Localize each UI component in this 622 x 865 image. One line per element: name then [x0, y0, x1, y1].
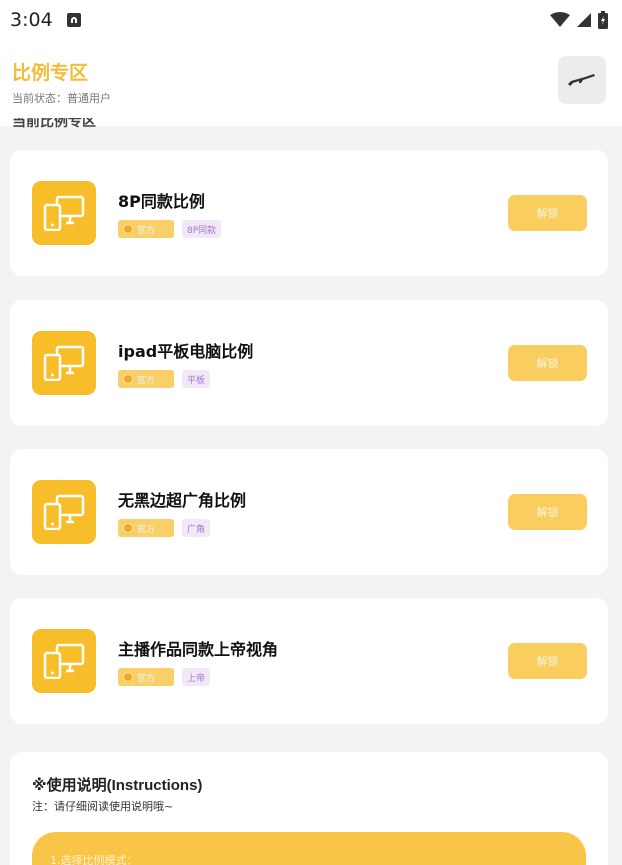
page-header: 比例专区 当前状态：普通用户 [0, 40, 622, 126]
page-title: 比例专区 [12, 63, 89, 84]
user-status-text: 当前状态：普通用户 [12, 92, 111, 105]
type-tag: 8P同款 [182, 220, 222, 238]
type-tag: 上帝 [182, 668, 211, 686]
screen-devices-icon [32, 480, 96, 544]
coin-icon [123, 224, 133, 234]
card-title: 8P同款比例 [118, 192, 205, 211]
battery-icon [598, 11, 608, 29]
instructions-step-text: 1.选择比例模式： [50, 854, 138, 865]
instructions-step-panel: 1.选择比例模式： [32, 832, 586, 865]
status-bar: 3:04 [0, 0, 622, 40]
screen-devices-icon [32, 331, 96, 395]
card-title: ipad平板电脑比例 [118, 342, 254, 361]
card-title: 无黑边超广角比例 [118, 491, 247, 510]
rifle-icon [568, 74, 595, 86]
unlock-button[interactable]: 解锁 [508, 195, 587, 231]
ratio-card: ipad平板电脑比例 官方 平板 解锁 [10, 300, 608, 426]
ratio-card: 主播作品同款上帝视角 官方 上帝 解锁 [10, 598, 608, 724]
status-time: 3:04 [10, 9, 53, 31]
unlock-button[interactable]: 解锁 [508, 345, 587, 381]
official-tag: 官方 [118, 519, 174, 537]
instructions-card: ※使用说明(Instructions) 注：请仔细阅读使用说明哦~ 1.选择比例… [10, 752, 608, 865]
type-tag: 平板 [182, 370, 211, 388]
official-tag: 官方 [118, 668, 174, 686]
type-tag: 广角 [182, 519, 211, 537]
signal-icon [577, 13, 591, 27]
coin-icon [123, 374, 133, 384]
notification-icon [66, 13, 81, 27]
official-tag: 官方 [118, 370, 174, 388]
card-title: 主播作品同款上帝视角 [118, 640, 279, 659]
official-tag: 官方 [118, 220, 174, 238]
ratio-card: 8P同款比例 官方 8P同款 解锁 [10, 150, 608, 276]
coin-icon [123, 672, 133, 682]
wifi-icon [550, 12, 570, 27]
unlock-button[interactable]: 解锁 [508, 494, 587, 530]
section-label: 当前比例专区 [12, 118, 96, 130]
instructions-title: ※使用说明(Instructions) [32, 777, 203, 794]
ratio-card: 无黑边超广角比例 官方 广角 解锁 [10, 449, 608, 575]
coin-icon [123, 523, 133, 533]
screen-devices-icon [32, 181, 96, 245]
unlock-button[interactable]: 解锁 [508, 643, 587, 679]
screen-devices-icon [32, 629, 96, 693]
instructions-note: 注：请仔细阅读使用说明哦~ [32, 800, 174, 813]
header-action-button[interactable] [558, 56, 606, 104]
